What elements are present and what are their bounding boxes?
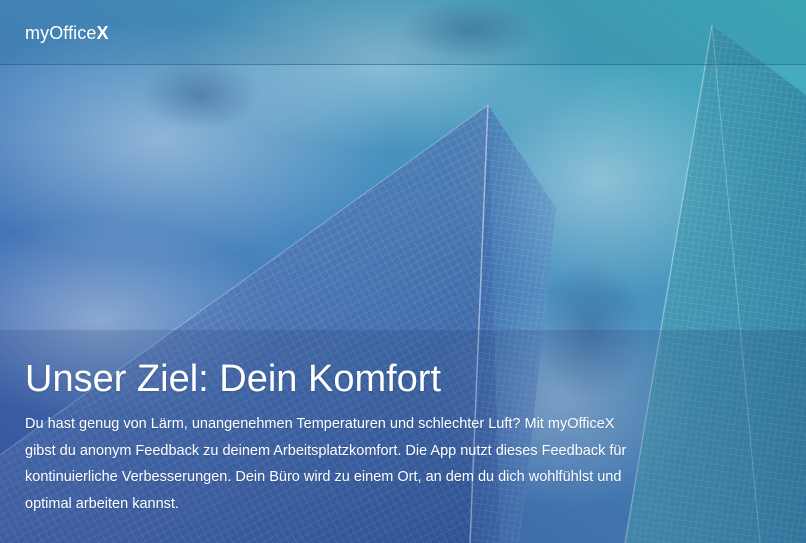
logo-suffix: X (96, 23, 109, 43)
hero-headline: Unser Ziel: Dein Komfort (25, 358, 442, 400)
top-navigation-bar: myOfficeX (0, 0, 806, 65)
brand-logo-link[interactable]: myOfficeX (25, 22, 109, 44)
hero-paragraph: Du hast genug von Lärm, unangenehmen Tem… (25, 416, 627, 512)
logo-text: myOffice (25, 23, 97, 43)
hero-page: myOfficeX Unser Ziel: Dein Komfort Du ha… (0, 0, 806, 543)
